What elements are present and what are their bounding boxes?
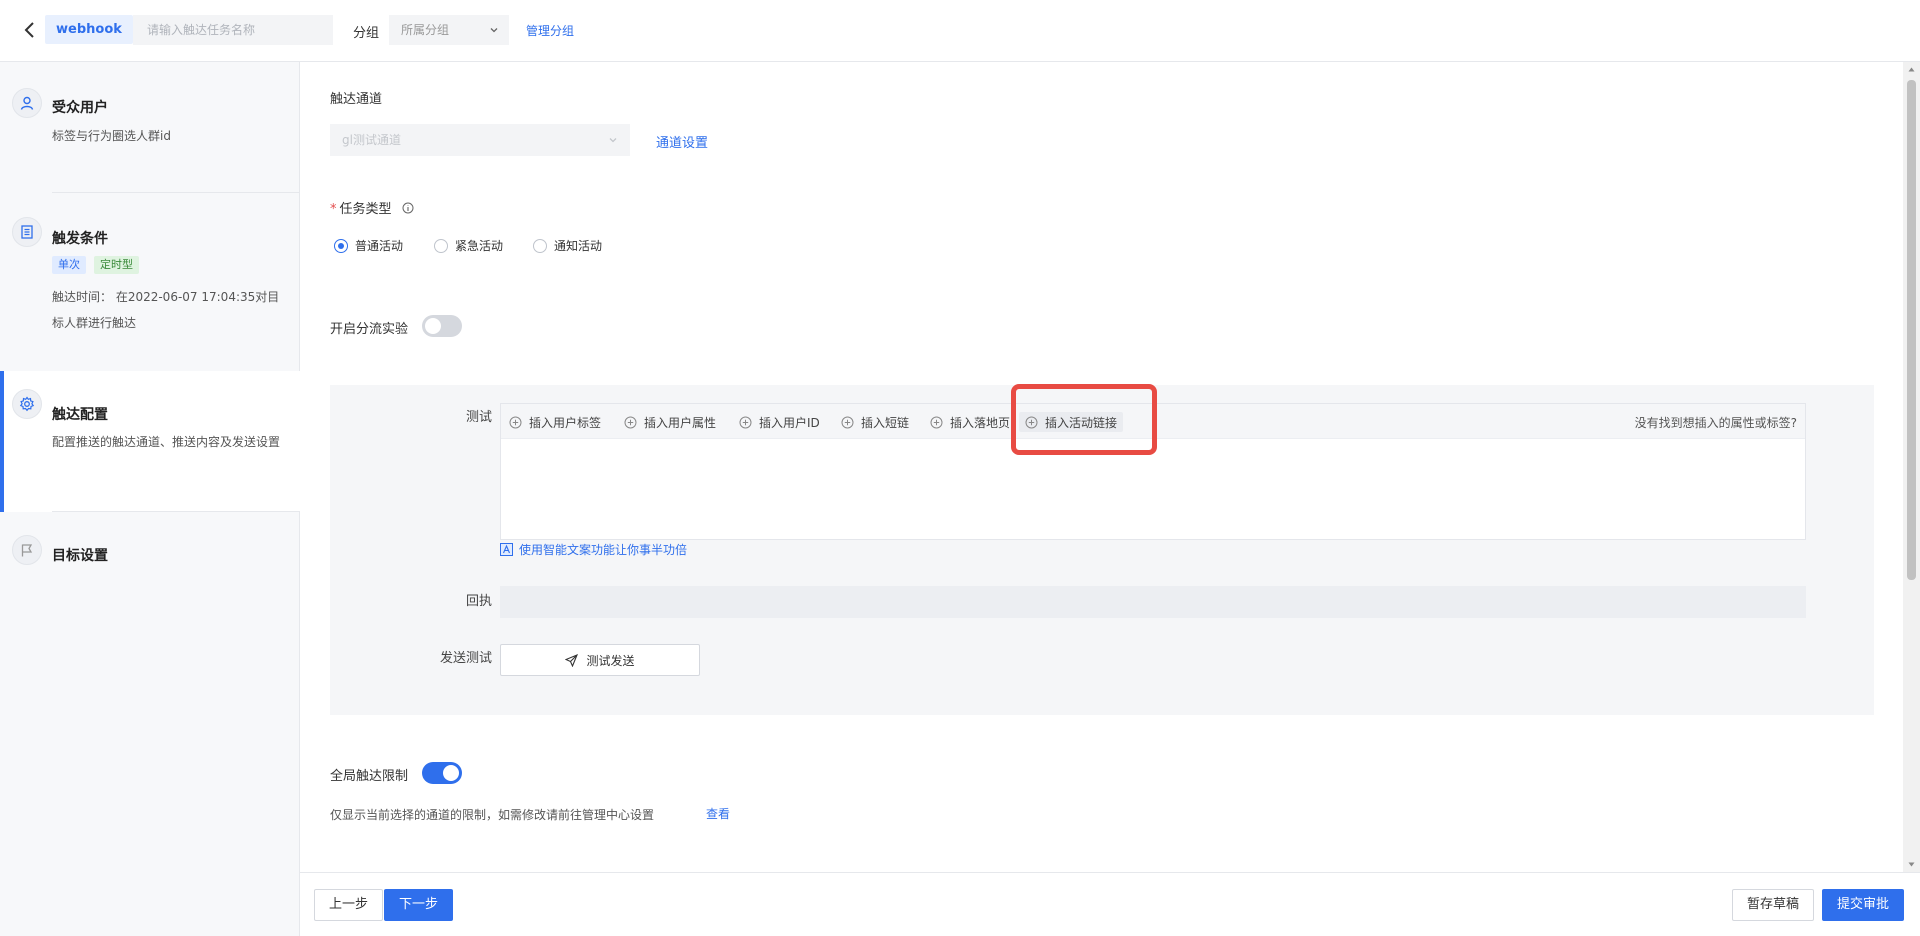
chevron-down-icon bbox=[609, 138, 617, 143]
scroll-thumb[interactable] bbox=[1907, 80, 1916, 580]
manage-group-link[interactable]: 管理分组 bbox=[526, 22, 574, 39]
radio-notice-activity[interactable]: 通知活动 bbox=[533, 237, 602, 254]
insert-user-tag-button[interactable]: 插入用户标签 bbox=[509, 412, 601, 432]
radio-dot bbox=[434, 238, 448, 253]
channel-label: 触达通道 bbox=[330, 92, 383, 107]
badge-once: 单次 bbox=[52, 256, 86, 274]
content-textarea[interactable] bbox=[501, 440, 1805, 540]
insert-user-id-button[interactable]: 插入用户ID bbox=[739, 412, 820, 432]
global-limit-label: 全局触达限制 bbox=[330, 769, 409, 784]
tool-label: 插入落地页 bbox=[950, 415, 1011, 430]
step-title: 触达配置 bbox=[52, 407, 108, 423]
footer-actions: 上一步 下一步 暂存草稿 提交审批 bbox=[300, 872, 1920, 936]
ai-icon bbox=[500, 543, 513, 556]
scroll-up-icon[interactable] bbox=[1908, 66, 1915, 73]
radio-label: 普通活动 bbox=[355, 239, 404, 253]
step-title: 目标设置 bbox=[52, 548, 108, 564]
back-arrow-icon[interactable] bbox=[18, 18, 42, 42]
radio-normal-activity[interactable]: 普通活动 bbox=[334, 237, 403, 254]
test-send-button[interactable]: 测试发送 bbox=[500, 644, 700, 676]
step-desc: 标签与行为圈选人群id bbox=[52, 129, 171, 143]
tool-label: 插入用户ID bbox=[759, 415, 820, 430]
receipt-input[interactable] bbox=[500, 586, 1806, 618]
radio-label: 通知活动 bbox=[554, 239, 603, 253]
global-limit-toggle[interactable] bbox=[422, 762, 462, 784]
radio-urgent-activity[interactable]: 紧急活动 bbox=[434, 237, 503, 254]
step-audience[interactable]: 受众用户 标签与行为圈选人群id bbox=[0, 62, 300, 193]
radio-dot bbox=[334, 238, 348, 253]
chevron-down-icon bbox=[490, 28, 498, 33]
task-name-input[interactable] bbox=[133, 15, 333, 45]
ab-test-label: 开启分流实验 bbox=[330, 322, 409, 337]
channel-type-tag: webhook bbox=[45, 15, 133, 44]
radio-label: 紧急活动 bbox=[455, 239, 504, 253]
plus-circle-icon bbox=[930, 416, 943, 428]
editor-toolbar: 插入用户标签 插入用户属性 插入用户ID 插入短链 插入落地页 插入活动链接 没… bbox=[501, 404, 1805, 439]
active-indicator bbox=[0, 371, 4, 512]
task-type-text: 任务类型 bbox=[339, 202, 392, 217]
group-label: 分组 bbox=[353, 26, 380, 41]
required-asterisk: * bbox=[330, 202, 337, 217]
main-content: 触达通道 gl测试通道 通道设置 * 任务类型 普通活动 紧急活动 通知活动 开启… bbox=[300, 62, 1900, 872]
channel-settings-link[interactable]: 通道设置 bbox=[656, 132, 708, 151]
plus-circle-icon bbox=[509, 416, 522, 428]
insert-landing-page-button[interactable]: 插入落地页 bbox=[930, 412, 1014, 432]
receipt-label: 回执 bbox=[465, 594, 492, 609]
plus-circle-icon bbox=[739, 416, 752, 428]
next-step-button[interactable]: 下一步 bbox=[384, 889, 454, 921]
info-icon[interactable] bbox=[402, 202, 414, 214]
channel-select[interactable]: gl测试通道 bbox=[330, 124, 630, 156]
top-header: webhook 分组 所属分组 管理分组 bbox=[0, 0, 1920, 62]
group-select-value: 所属分组 bbox=[401, 23, 450, 37]
send-test-label: 发送测试 bbox=[439, 651, 492, 666]
send-icon bbox=[565, 653, 579, 667]
flag-icon bbox=[12, 535, 42, 565]
ab-test-toggle[interactable] bbox=[422, 315, 462, 337]
step-desc: 配置推送的触达通道、推送内容及发送设置 bbox=[52, 435, 281, 449]
step-goal[interactable]: 目标设置 bbox=[0, 512, 300, 592]
badge-scheduled: 定时型 bbox=[94, 256, 139, 274]
plus-circle-icon bbox=[1025, 416, 1038, 428]
radio-dot bbox=[533, 238, 547, 253]
toolbar-help-text[interactable]: 没有找到想插入的属性或标签? bbox=[1635, 414, 1797, 431]
channel-select-value: gl测试通道 bbox=[342, 133, 401, 147]
step-title: 受众用户 bbox=[52, 100, 108, 116]
insert-short-link-button[interactable]: 插入短链 bbox=[841, 412, 909, 432]
trigger-badges: 单次 定时型 bbox=[52, 256, 147, 274]
tool-label: 插入活动链接 bbox=[1045, 415, 1118, 430]
content-editor: 插入用户标签 插入用户属性 插入用户ID 插入短链 插入落地页 插入活动链接 没… bbox=[500, 403, 1806, 540]
step-title: 触发条件 bbox=[52, 231, 108, 247]
group-select[interactable]: 所属分组 bbox=[389, 15, 509, 45]
submit-approval-button[interactable]: 提交审批 bbox=[1822, 889, 1905, 921]
tool-label: 插入短链 bbox=[861, 415, 910, 430]
vertical-scrollbar[interactable] bbox=[1903, 62, 1920, 872]
ai-hint-text: 使用智能文案功能让你事半功倍 bbox=[519, 543, 688, 557]
ai-copywriting-link[interactable]: 使用智能文案功能让你事半功倍 bbox=[500, 541, 687, 558]
step-sidebar: 受众用户 标签与行为圈选人群id 触发条件 单次 定时型 触达时间： 在2022-… bbox=[0, 62, 300, 936]
global-limit-note: 仅显示当前选择的通道的限制，如需修改请前往管理中心设置 bbox=[330, 808, 655, 822]
save-draft-button[interactable]: 暂存草稿 bbox=[1732, 889, 1815, 921]
user-icon bbox=[12, 88, 42, 118]
tool-label: 插入用户属性 bbox=[644, 415, 717, 430]
toggle-knob bbox=[425, 318, 441, 334]
plus-circle-icon bbox=[841, 416, 854, 428]
view-link[interactable]: 查看 bbox=[706, 805, 730, 822]
step-delivery-config[interactable]: 触达配置 配置推送的触达通道、推送内容及发送设置 bbox=[0, 371, 300, 512]
gear-icon bbox=[12, 389, 42, 419]
task-type-label: * 任务类型 bbox=[330, 198, 414, 217]
test-label: 测试 bbox=[465, 410, 492, 425]
step-desc: 触达时间： 在2022-06-07 17:04:35对目标人群进行触达 bbox=[52, 290, 280, 330]
insert-user-attr-button[interactable]: 插入用户属性 bbox=[624, 412, 716, 432]
test-send-text: 测试发送 bbox=[586, 653, 635, 668]
toggle-knob bbox=[443, 765, 459, 781]
list-icon bbox=[12, 217, 42, 247]
tool-label: 插入用户标签 bbox=[529, 415, 602, 430]
prev-step-button[interactable]: 上一步 bbox=[314, 889, 384, 921]
scroll-down-icon[interactable] bbox=[1908, 861, 1915, 868]
insert-activity-link-button[interactable]: 插入活动链接 bbox=[1019, 412, 1124, 432]
plus-circle-icon bbox=[624, 416, 637, 428]
